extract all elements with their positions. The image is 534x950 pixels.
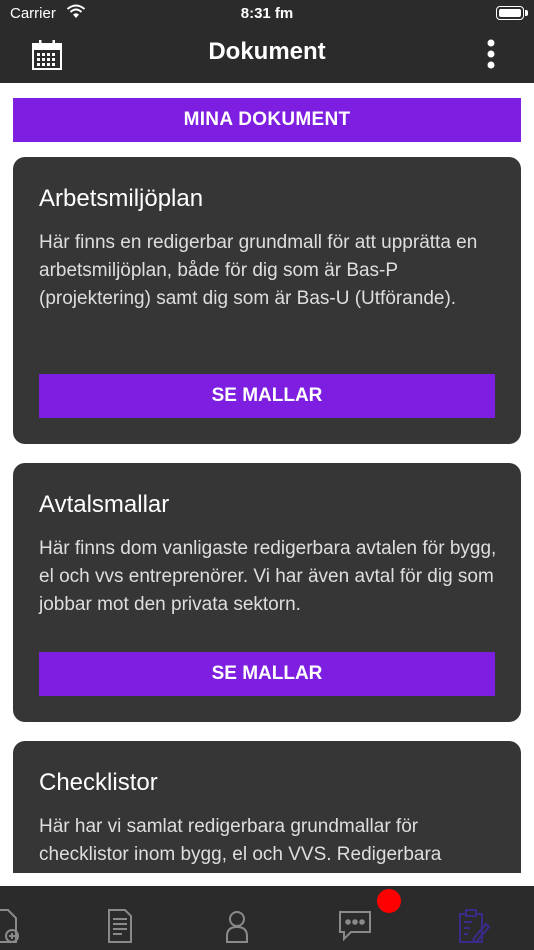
more-vertical-icon[interactable] [486, 38, 496, 72]
document-icon[interactable] [102, 908, 138, 944]
battery-icon [496, 6, 528, 20]
status-time: 8:31 fm [240, 5, 294, 22]
clipboard-icon[interactable] [454, 908, 491, 944]
mina-dokument-button[interactable]: MINA DOKUMENT [13, 98, 521, 142]
nav-bar: Dokument [0, 28, 534, 83]
notification-badge [377, 889, 401, 913]
tab-bar [0, 886, 534, 950]
document-add-icon[interactable] [0, 908, 22, 944]
card-title: Checklistor [39, 769, 158, 796]
se-mallar-button[interactable]: SE MALLAR [39, 652, 495, 696]
document-list[interactable]: MINA DOKUMENT Arbetsmiljöplan Här finns … [0, 83, 534, 873]
card-checklistor: Checklistor Här har vi samlat redigerbar… [13, 741, 521, 873]
se-mallar-button[interactable]: SE MALLAR [39, 374, 495, 418]
page-title: Dokument [208, 38, 326, 65]
card-avtalsmallar: Avtalsmallar Här finns dom vanligaste re… [13, 463, 521, 722]
card-description: Här finns dom vanligaste redigerbara avt… [39, 538, 497, 615]
card-arbetsmiljoplan: Arbetsmiljöplan Här finns en redigerbar … [13, 157, 521, 444]
card-title: Avtalsmallar [39, 491, 170, 518]
chat-icon[interactable] [337, 908, 373, 944]
status-bar: Carrier 8:31 fm [0, 0, 534, 28]
card-title: Arbetsmiljöplan [39, 185, 204, 212]
person-icon[interactable] [219, 908, 255, 944]
card-description: Här har vi samlat redigerbara grundmalla… [39, 816, 442, 865]
card-description: Här finns en redigerbar grundmall för at… [39, 232, 478, 309]
